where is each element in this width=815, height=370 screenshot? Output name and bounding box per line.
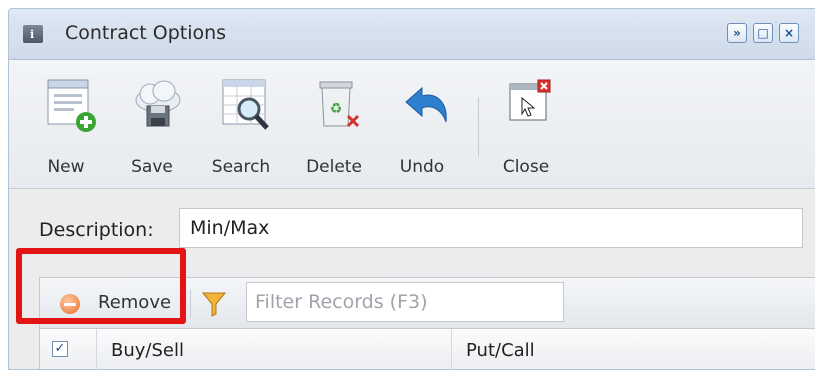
- new-label: New: [47, 157, 85, 177]
- remove-highlight-box: [16, 248, 186, 324]
- new-document-icon: [47, 79, 96, 132]
- description-label: Description:: [39, 219, 154, 241]
- filter-records-input[interactable]: Filter Records (F3): [246, 282, 564, 322]
- save-button[interactable]: Save: [117, 70, 187, 180]
- save-label: Save: [131, 157, 173, 177]
- new-button[interactable]: New: [31, 70, 101, 180]
- description-input[interactable]: Min/Max: [179, 208, 803, 248]
- close-label: Close: [502, 157, 550, 177]
- grid-toolbar-separator: [190, 290, 191, 318]
- delete-label: Delete: [306, 157, 362, 177]
- delete-button[interactable]: ♻ Delete: [299, 70, 369, 180]
- column-header-put-call[interactable]: Put/Call: [452, 329, 766, 369]
- collapse-button[interactable]: »: [727, 23, 747, 43]
- search-button[interactable]: Search: [206, 70, 276, 180]
- recycle-bin-delete-icon: ♻: [319, 81, 360, 128]
- filter-icon[interactable]: [202, 291, 226, 317]
- grid-header: ✓ Buy/Sell Put/Call: [40, 329, 815, 369]
- close-window-button[interactable]: ×: [779, 23, 799, 43]
- undo-label: Undo: [399, 157, 445, 177]
- search-label: Search: [211, 157, 271, 177]
- undo-button[interactable]: Undo: [387, 70, 457, 180]
- svg-text:♻: ♻: [330, 101, 343, 117]
- window-info-icon: i: [23, 25, 43, 43]
- window-titlebar: i Contract Options » □ ×: [9, 9, 815, 60]
- select-all-checkbox[interactable]: ✓: [52, 341, 68, 357]
- toolbar-separator: [478, 97, 479, 157]
- window-title: Contract Options: [65, 22, 227, 44]
- maximize-button[interactable]: □: [753, 23, 773, 43]
- cloud-save-icon: [135, 80, 181, 127]
- column-header-buy-sell[interactable]: Buy/Sell: [96, 329, 452, 369]
- close-window-icon: [509, 79, 551, 121]
- close-button[interactable]: Close: [491, 70, 561, 180]
- main-toolbar: New Save Search ♻ Delete Undo Close: [9, 60, 815, 189]
- search-icon: [222, 79, 269, 130]
- undo-arrow-icon: [405, 86, 447, 123]
